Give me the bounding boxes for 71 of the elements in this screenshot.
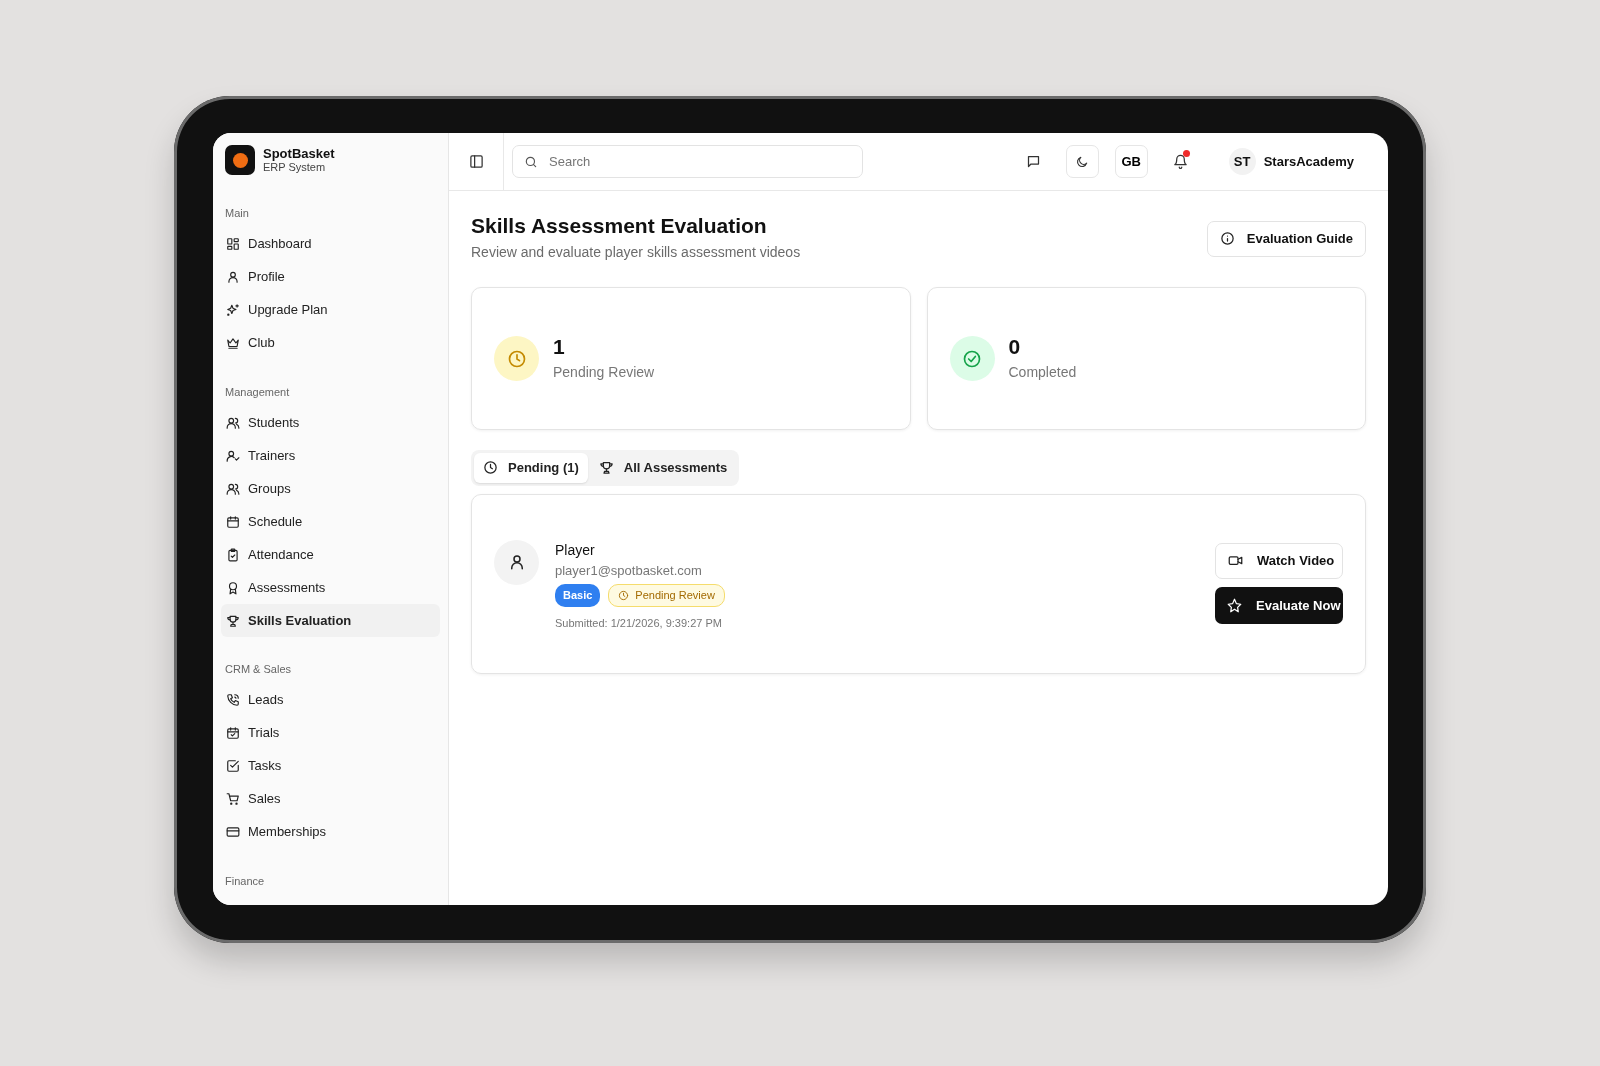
player-email: player1@spotbasket.com <box>555 561 703 580</box>
moon-icon <box>1075 154 1090 169</box>
award-icon <box>226 580 240 595</box>
person-icon <box>226 270 240 284</box>
brand-subtitle: ERP System <box>263 161 327 175</box>
trophy-icon <box>226 613 240 628</box>
sidebar-item[interactable]: Trials <box>221 716 440 750</box>
tab[interactable]: Pending (1) <box>474 453 588 483</box>
section-title: Finance <box>224 873 266 889</box>
sidebar-item[interactable]: Skills Evaluation <box>221 604 440 637</box>
plan-badge: Basic <box>555 584 601 607</box>
sidebar-item[interactable]: Assessments <box>221 571 440 604</box>
stat-label: Pending Review <box>553 362 655 382</box>
trophy-icon <box>598 460 614 476</box>
stat-value: 1 <box>553 334 566 358</box>
info-icon <box>1219 231 1235 247</box>
brand-name: SpotBasket <box>263 145 335 162</box>
clock-icon <box>618 589 630 601</box>
sidebar-item[interactable]: Groups <box>221 472 440 505</box>
sidebar-item[interactable]: Attendance <box>221 538 440 571</box>
panel-icon <box>468 154 484 169</box>
theme-button[interactable] <box>1065 145 1099 178</box>
checkbox-icon <box>226 759 240 773</box>
sidebar-item[interactable]: Schedule <box>221 505 440 538</box>
user-name: StarsAcademy <box>1263 152 1354 171</box>
check-circle-icon <box>962 348 982 369</box>
page-title: Skills Assessment Evaluation <box>471 213 768 239</box>
clock-icon <box>483 460 498 476</box>
sidebar-item[interactable]: Tasks <box>221 749 440 783</box>
card-icon <box>226 825 240 839</box>
dashboard-grid-icon <box>226 237 240 251</box>
calendar-icon <box>226 514 240 529</box>
person-check-icon <box>226 448 240 463</box>
bell-icon <box>1172 154 1188 169</box>
language-button[interactable]: GB <box>1114 145 1148 178</box>
sidebar-item[interactable]: Trainers <box>221 439 440 472</box>
sidebar-item[interactable]: Memberships <box>221 815 440 849</box>
tab[interactable]: All Assessments <box>589 453 737 483</box>
clipboard-check-icon <box>226 547 240 562</box>
evaluate-now-button[interactable]: Evaluate Now <box>1215 586 1343 625</box>
evaluation-guide-button[interactable]: Evaluation Guide <box>1206 221 1366 257</box>
section-title: Management <box>224 384 291 400</box>
player-name: Player <box>555 540 596 560</box>
user-avatar[interactable]: ST <box>1228 148 1256 175</box>
clock-icon <box>506 348 527 369</box>
search-field[interactable]: Search <box>512 145 863 178</box>
sparkle-icon <box>226 303 240 317</box>
sidebar-item[interactable]: Sales <box>221 782 440 816</box>
sidebar-item[interactable]: Dashboard <box>221 227 440 261</box>
stat-value: 0 <box>1008 334 1022 358</box>
sidebar-item[interactable]: Upgrade Plan <box>221 293 440 327</box>
people-icon <box>226 481 240 496</box>
people-icon <box>226 415 240 430</box>
page-subtitle: Review and evaluate player skills assessment videos <box>471 243 801 263</box>
star-icon <box>1227 597 1242 613</box>
status-badge: Pending Review <box>608 584 725 607</box>
sidebar-item[interactable]: Leads <box>221 683 440 717</box>
stat-label: Completed <box>1008 362 1077 382</box>
watch-video-button[interactable]: Watch Video <box>1215 543 1343 579</box>
section-title: Main <box>224 206 250 221</box>
section-title: CRM & Sales <box>224 662 293 677</box>
submitted-date: Submitted: 1/21/2026, 9:39:27 PM <box>555 615 723 631</box>
phone-icon <box>226 693 240 707</box>
sidebar-item[interactable]: Profile <box>221 260 440 294</box>
cart-icon <box>226 792 240 806</box>
calendar-check-icon <box>226 726 240 740</box>
sidebar-item[interactable]: Students <box>221 406 440 439</box>
chat-icon <box>1025 154 1041 169</box>
crown-icon <box>226 336 240 350</box>
logo-icon <box>225 145 255 175</box>
sidebar-item[interactable]: Club <box>221 326 440 360</box>
